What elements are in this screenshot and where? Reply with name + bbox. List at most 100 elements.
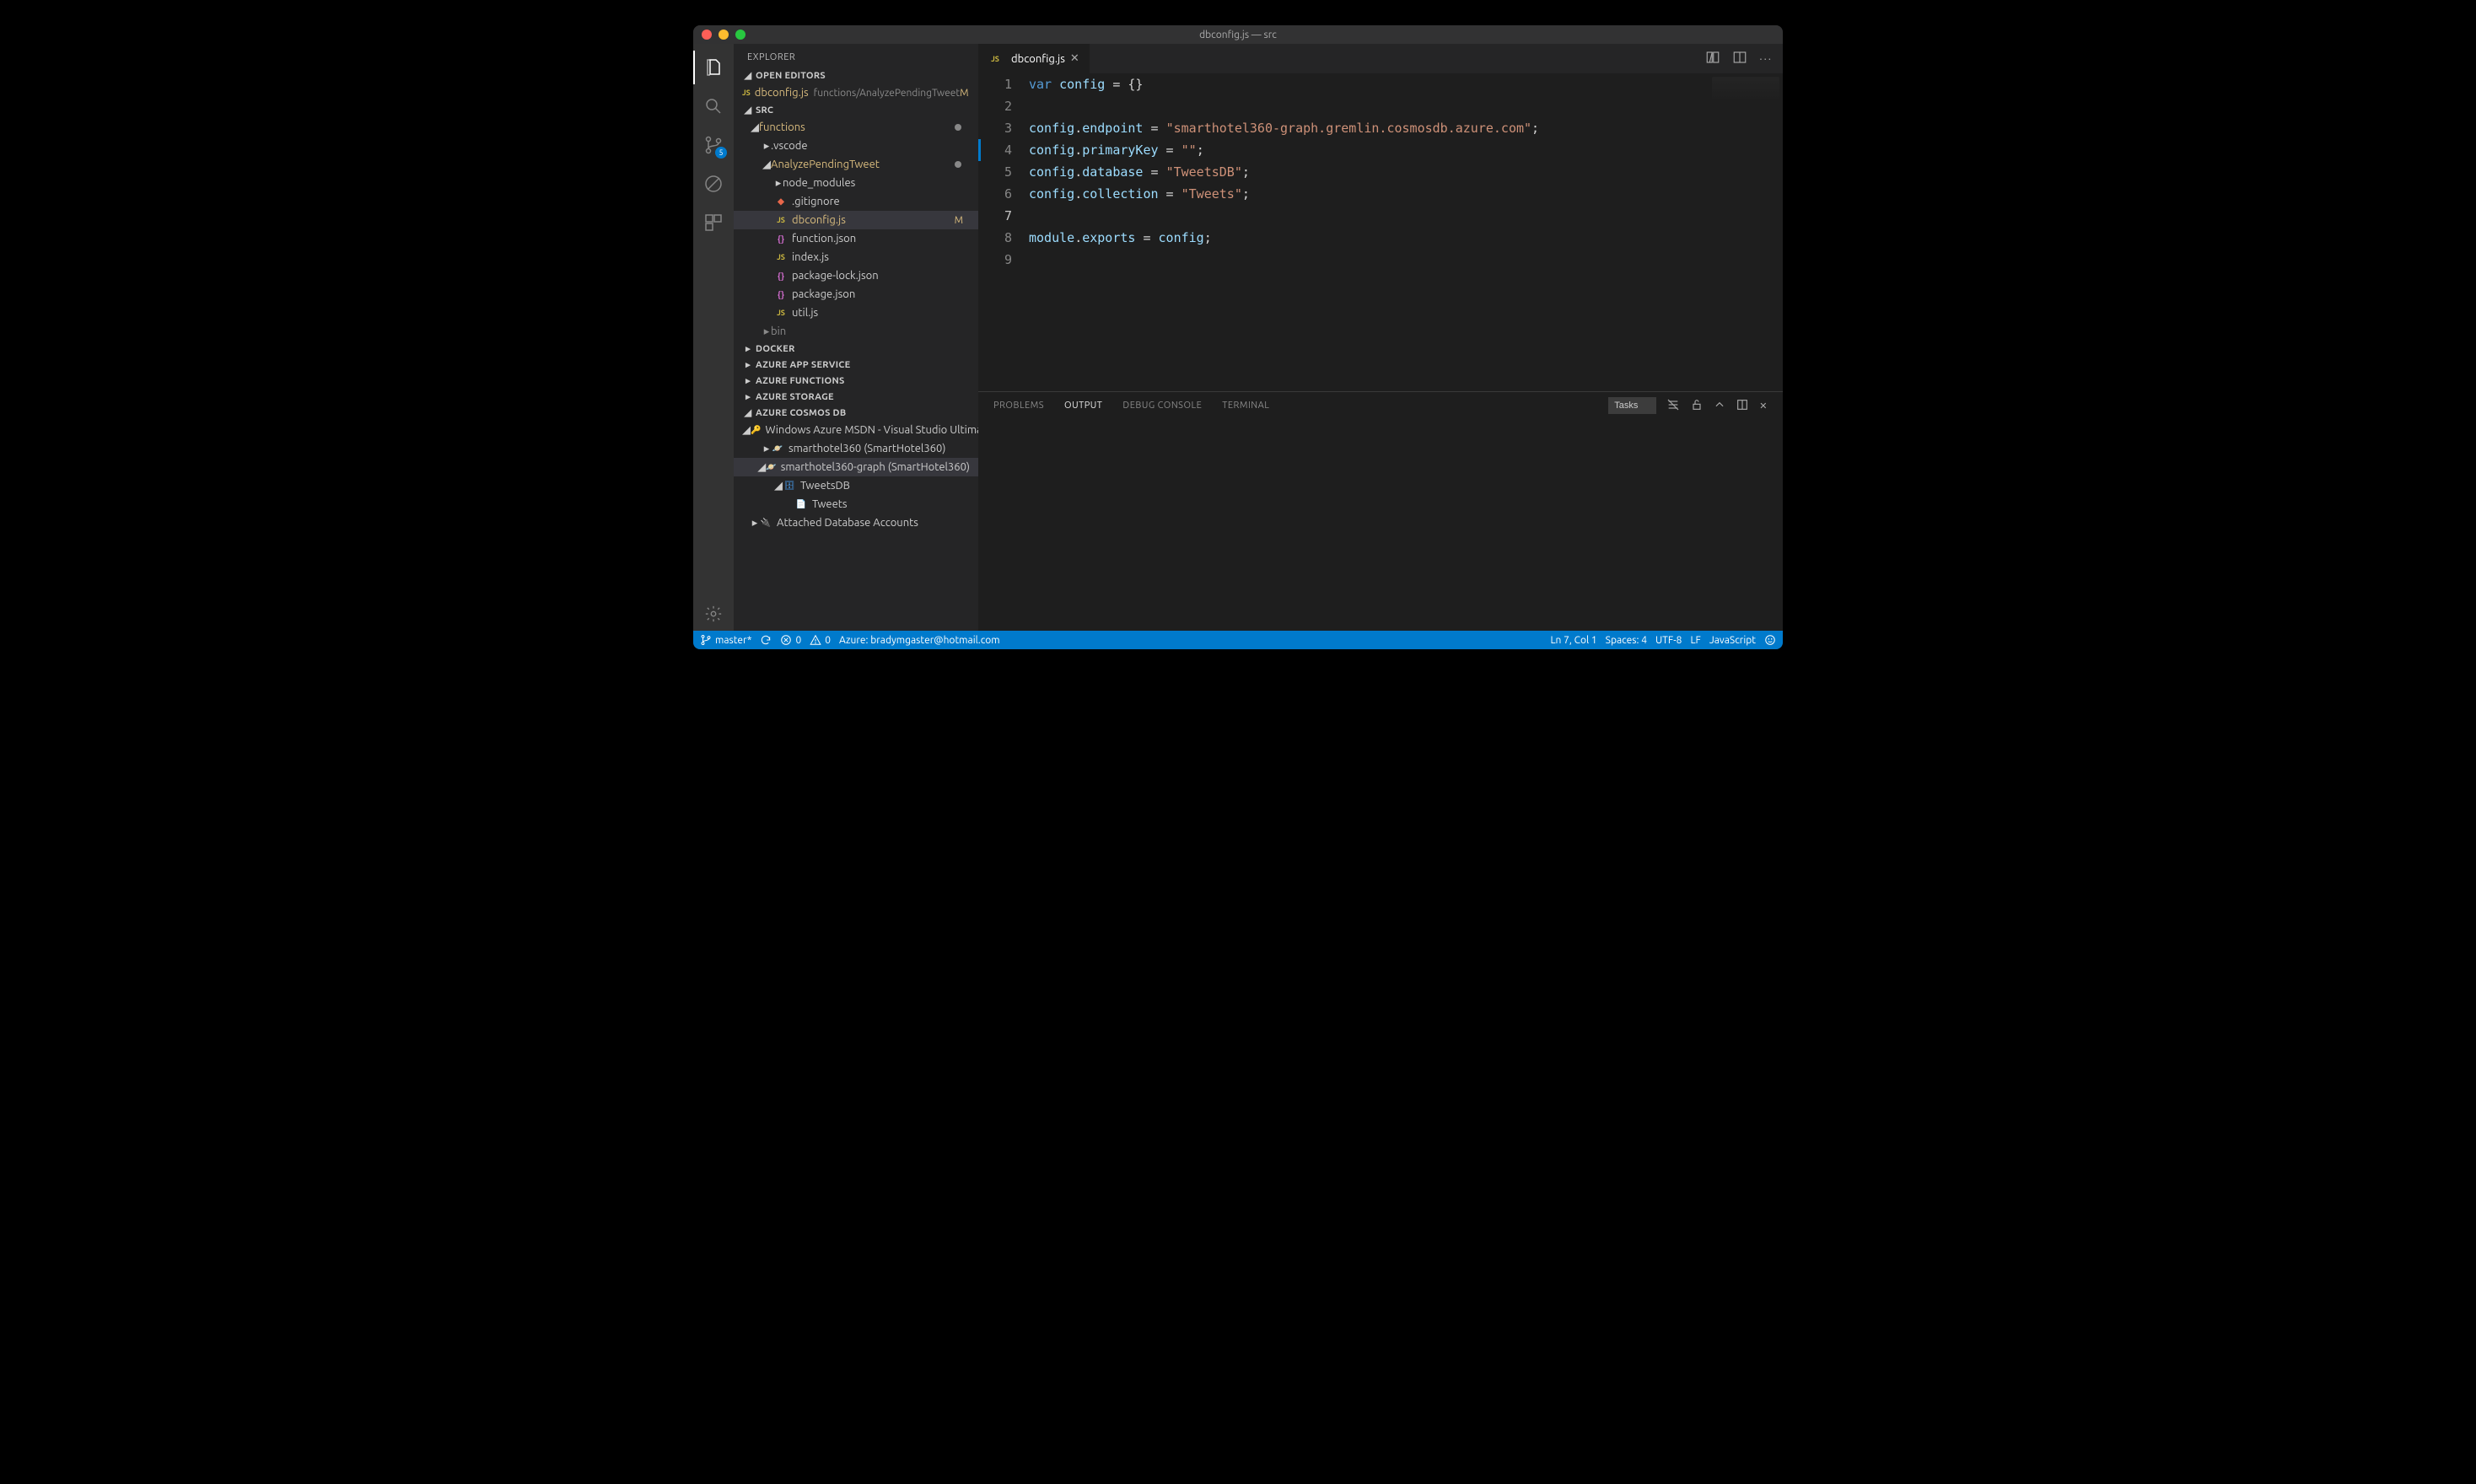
collection-icon: 📄 — [794, 497, 808, 511]
git-icon: ◆ — [774, 195, 788, 208]
scm-badge: 5 — [715, 147, 727, 159]
cosmos-collection[interactable]: 📄Tweets — [734, 495, 978, 513]
panel-tab-bar: PROBLEMS OUTPUT DEBUG CONSOLE TERMINAL T… — [978, 392, 1783, 419]
tab-dbconfig[interactable]: JS dbconfig.js ✕ — [978, 44, 1090, 73]
warning-icon — [810, 634, 821, 646]
status-cursor-position[interactable]: Ln 7, Col 1 — [1550, 635, 1596, 646]
cosmos-icon: 🪐 — [771, 442, 784, 455]
extensions-icon — [703, 212, 724, 233]
js-icon: JS — [742, 86, 751, 99]
panel-tab-problems[interactable]: PROBLEMS — [993, 401, 1044, 411]
open-editors-section[interactable]: ◢OPEN EDITORS — [734, 67, 978, 83]
file-tree: ◢ functions ▸ .vscode ◢ AnalyzePendingTw… — [734, 118, 978, 341]
tree-folder-vscode[interactable]: ▸ .vscode — [734, 137, 978, 155]
status-branch[interactable]: master* — [700, 634, 751, 646]
close-tab-button[interactable]: ✕ — [1070, 52, 1079, 65]
json-icon: {} — [774, 269, 788, 282]
cosmos-subscription[interactable]: ◢ 🔑Windows Azure MSDN - Visual Studio Ul… — [734, 421, 978, 439]
activity-search[interactable] — [693, 89, 734, 123]
js-icon: JS — [774, 250, 788, 264]
project-section[interactable]: ◢SRC — [734, 102, 978, 118]
line-gutter: 1 2 3 4 5 6 7 8 9 — [978, 73, 1029, 391]
tree-file-pkglock[interactable]: {}package-lock.json — [734, 266, 978, 285]
status-bar: master* 0 0 Azure: bradymgaster@hotmail.… — [693, 631, 1783, 649]
status-indentation[interactable]: Spaces: 4 — [1606, 635, 1647, 646]
code-editor[interactable]: 1 2 3 4 5 6 7 8 9 var config = {} config… — [978, 73, 1783, 391]
tree-file-utiljs[interactable]: JSutil.js — [734, 304, 978, 322]
status-encoding[interactable]: UTF-8 — [1655, 635, 1682, 646]
status-warnings[interactable]: 0 — [810, 634, 831, 646]
key-icon: 🔑 — [751, 423, 761, 437]
tree-folder-functions[interactable]: ◢ functions — [734, 118, 978, 137]
panel-tab-terminal[interactable]: TERMINAL — [1222, 401, 1269, 411]
error-icon — [780, 634, 792, 646]
tree-file-dbconfig[interactable]: JSdbconfig.jsM — [734, 211, 978, 229]
tree-file-gitignore[interactable]: ◆.gitignore — [734, 192, 978, 211]
traffic-lights — [702, 30, 745, 40]
tree-folder-bin[interactable]: ▸ bin — [734, 322, 978, 341]
bottom-panel: PROBLEMS OUTPUT DEBUG CONSOLE TERMINAL T… — [978, 391, 1783, 631]
status-language[interactable]: JavaScript — [1709, 635, 1756, 646]
sidebar-explorer: EXPLORER ◢OPEN EDITORS JS dbconfig.js fu… — [734, 44, 978, 631]
panel-up-button[interactable] — [1714, 399, 1725, 413]
no-bug-icon — [703, 174, 724, 194]
window-title: dbconfig.js — src — [693, 30, 1783, 40]
activity-explorer[interactable] — [693, 51, 734, 84]
json-icon: {} — [774, 232, 788, 245]
azure-cosmos-section[interactable]: ◢AZURE COSMOS DB — [734, 405, 978, 421]
cosmos-icon: 🪐 — [766, 460, 776, 474]
panel-tab-output[interactable]: OUTPUT — [1064, 401, 1102, 411]
docker-section[interactable]: ▸DOCKER — [734, 341, 978, 357]
cosmos-account-1[interactable]: ▸ 🪐smarthotel360 (SmartHotel360) — [734, 439, 978, 458]
activity-debug[interactable] — [693, 167, 734, 201]
panel-tab-debug[interactable]: DEBUG CONSOLE — [1122, 401, 1202, 411]
status-azure-account[interactable]: Azure: bradymgaster@hotmail.com — [839, 635, 1000, 646]
activity-extensions[interactable] — [693, 206, 734, 239]
panel-maximize-button[interactable] — [1736, 398, 1749, 414]
title-bar: dbconfig.js — src — [693, 25, 1783, 44]
cosmos-attached[interactable]: ▸ 🔌Attached Database Accounts — [734, 513, 978, 532]
cosmos-account-2[interactable]: ◢ 🪐smarthotel360-graph (SmartHotel360) — [734, 458, 978, 476]
status-errors[interactable]: 0 — [780, 634, 801, 646]
sync-icon — [760, 634, 772, 646]
panel-close-button[interactable]: ✕ — [1759, 401, 1768, 411]
tree-folder-nodemodules[interactable]: ▸ node_modules — [734, 174, 978, 192]
more-actions-button[interactable]: ··· — [1759, 53, 1773, 65]
json-icon: {} — [774, 288, 788, 301]
activity-scm[interactable]: 5 — [693, 128, 734, 162]
clear-output-button[interactable] — [1666, 398, 1680, 414]
compare-icon[interactable] — [1705, 50, 1720, 67]
status-eol[interactable]: LF — [1690, 635, 1700, 646]
vscode-window: dbconfig.js — src 5 — [693, 25, 1783, 649]
tree-file-functionjson[interactable]: {}function.json — [734, 229, 978, 248]
lock-scroll-button[interactable] — [1690, 398, 1704, 414]
split-editor-button[interactable] — [1732, 50, 1747, 67]
close-window-button[interactable] — [702, 30, 712, 40]
modified-dot-icon — [955, 124, 961, 131]
tab-label: dbconfig.js — [1011, 53, 1065, 65]
tree-folder-analyze[interactable]: ◢ AnalyzePendingTweet — [734, 155, 978, 174]
editor-group: JS dbconfig.js ✕ ··· — [978, 44, 1783, 631]
branch-icon — [700, 634, 712, 646]
tree-file-indexjs[interactable]: JSindex.js — [734, 248, 978, 266]
minimap[interactable] — [1712, 77, 1779, 102]
output-channel-select[interactable]: Tasks — [1608, 397, 1656, 414]
status-feedback[interactable] — [1764, 634, 1776, 646]
status-sync[interactable] — [760, 634, 772, 646]
azure-functions-section[interactable]: ▸AZURE FUNCTIONS — [734, 373, 978, 389]
zoom-window-button[interactable] — [735, 30, 745, 40]
js-icon: JS — [988, 52, 1002, 66]
azure-app-service-section[interactable]: ▸AZURE APP SERVICE — [734, 357, 978, 373]
minimize-window-button[interactable] — [719, 30, 729, 40]
cosmos-database[interactable]: ◢ 🗄TweetsDB — [734, 476, 978, 495]
tab-bar: JS dbconfig.js ✕ ··· — [978, 44, 1783, 73]
azure-storage-section[interactable]: ▸AZURE STORAGE — [734, 389, 978, 405]
database-icon: 🗄 — [783, 479, 796, 492]
smiley-icon — [1764, 634, 1776, 646]
activity-settings[interactable] — [693, 597, 734, 631]
open-editor-item[interactable]: JS dbconfig.js functions/AnalyzePendingT… — [734, 83, 978, 102]
search-icon — [703, 96, 724, 116]
activity-bar: 5 — [693, 44, 734, 631]
js-icon: JS — [774, 213, 788, 227]
tree-file-pkg[interactable]: {}package.json — [734, 285, 978, 304]
